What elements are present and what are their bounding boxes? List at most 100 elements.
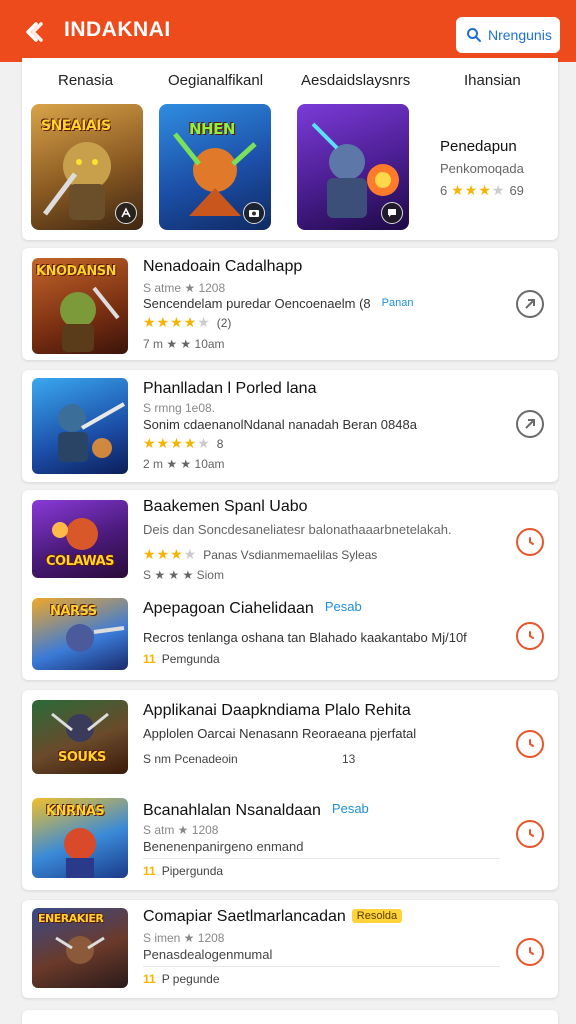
- thumbnail-title: KNRNAS: [46, 804, 105, 819]
- item-footer: 7 m ★ ★ 10am: [143, 337, 225, 351]
- list-item[interactable]: NARSS Apepagoan Ciahelidaan Pesab Recros …: [22, 588, 558, 680]
- item-meta: S atme ★ 1208: [143, 281, 226, 295]
- item-tag: Resolda: [351, 909, 403, 923]
- list-item[interactable]: KNODANSN Nenadoain Cadalhapp S atme ★ 12…: [22, 248, 558, 360]
- install-button[interactable]: [516, 290, 544, 318]
- item-footer: S nm Pcenadeoin: [143, 752, 238, 766]
- item-title-text: Apepagoan Ciahelidaan: [143, 600, 314, 617]
- item-title: Apepagoan Ciahelidaan Pesab: [143, 598, 367, 618]
- list-card: SOUKS Applikanai Daapkndiama Plalo Rehit…: [22, 690, 558, 890]
- item-description: Benenenpanirgeno enmand: [143, 839, 304, 854]
- clock-icon: [529, 947, 534, 955]
- rating-extra: (2): [216, 315, 232, 330]
- item-description: Penasdealogenmumal: [143, 947, 273, 962]
- item-meta: S rmng 1e08.: [143, 401, 216, 415]
- install-button[interactable]: [516, 938, 544, 966]
- item-title-text: Comapiar Saetlmarlancadan: [143, 908, 346, 925]
- star-rating: ★★★★★: [143, 435, 211, 451]
- app-header: INDAKNAI Nrengunis: [0, 0, 576, 62]
- item-description: Deis dan Soncdesaneliatesr balonathaaarb…: [143, 522, 452, 537]
- rating-extra: 8: [216, 436, 224, 451]
- install-button[interactable]: [516, 528, 544, 556]
- search-button-label: Nrengunis: [488, 27, 552, 43]
- list-item[interactable]: SOUKS Applikanai Daapkndiama Plalo Rehit…: [22, 690, 558, 790]
- thumbnail-title: ENERAKIER: [38, 912, 104, 925]
- app-thumbnail: KNODANSN: [32, 258, 128, 354]
- item-footer: 11 P pegunde: [143, 972, 220, 986]
- chat-icon: [381, 202, 403, 224]
- item-footer: S ★ ★ ★ Siom: [143, 568, 224, 582]
- app-thumbnail: NARSS: [32, 598, 128, 670]
- item-footer: 2 m ★ ★ 10am: [143, 457, 225, 471]
- item-title: Baakemen Spanl Uabo: [143, 498, 308, 515]
- item-title: Applikanai Daapkndiama Plalo Rehita: [143, 702, 411, 719]
- item-tag: Pesab: [331, 801, 369, 816]
- item-description-text: Sencendelam puredar Oencoenaelm (8: [143, 296, 371, 311]
- app-thumbnail: KNRNAS: [32, 798, 128, 878]
- clock-icon: [529, 829, 534, 837]
- item-footer-count: 13: [342, 752, 356, 766]
- list-item[interactable]: KNRNAS Bcanahlalan Nsanaldaan Pesab S atm…: [22, 790, 558, 890]
- clock-icon: [529, 739, 534, 747]
- thumbnail-title: COLAWAS: [46, 554, 115, 569]
- item-footer: 11 Pipergunda: [143, 864, 223, 878]
- app-thumbnail: SOUKS: [32, 700, 128, 774]
- item-title-text: Bcanahlalan Nsanaldaan: [143, 802, 321, 819]
- row-divider: [143, 858, 500, 859]
- item-description: Sonim cdaenanolNdanal nanadah Beran 0848…: [143, 417, 417, 432]
- featured-tile[interactable]: [297, 104, 409, 230]
- search-button[interactable]: Nrengunis: [456, 17, 560, 53]
- tile-title: NHEN: [189, 120, 235, 138]
- rank-number: 11: [143, 972, 156, 986]
- list-item[interactable]: ENERAKIER Comapiar Saetlmarlancadan Resol…: [22, 900, 558, 998]
- install-button[interactable]: [516, 622, 544, 650]
- tab-oegianalfikanl[interactable]: Oegianalfikanl: [168, 72, 263, 89]
- item-meta: S imen ★ 1208: [143, 931, 225, 945]
- tile-title: SNEAIAIS: [41, 118, 111, 134]
- featured-info-rating: 6 ★★★★ 69: [440, 182, 550, 199]
- list-card: COLAWAS Baakemen Spanl Uabo Deis dan Son…: [22, 490, 558, 680]
- page-title: INDAKNAI: [64, 18, 171, 41]
- item-rating: ★★★★ Panas Vsdianmemaelilas Syleas: [143, 546, 377, 563]
- tab-aesdaidslaysnrs[interactable]: Aesdaidslaysnrs: [301, 72, 410, 89]
- thumbnail-title: SOUKS: [58, 750, 106, 765]
- camera-icon: [243, 202, 265, 224]
- arrow-icon: [525, 419, 535, 429]
- tab-ihansian[interactable]: Ihansian: [464, 72, 521, 89]
- tab-renasia[interactable]: Renasia: [58, 72, 113, 89]
- install-button[interactable]: [516, 820, 544, 848]
- back-arrow-icon[interactable]: [18, 17, 48, 47]
- app-thumbnail: ENERAKIER: [32, 908, 128, 988]
- search-icon: [467, 28, 481, 42]
- list-item[interactable]: Phanlladan l Porled lana S rmng 1e08. So…: [22, 370, 558, 482]
- rank-number: 11: [143, 652, 156, 666]
- featured-info-title: Penedapun: [440, 138, 517, 155]
- list-item[interactable]: COLAWAS Baakemen Spanl Uabo Deis dan Son…: [22, 490, 558, 586]
- item-description: Recros tenlanga oshana tan Blahado kaaka…: [143, 630, 467, 645]
- item-footer-text: P pegunde: [161, 972, 220, 986]
- item-rating: ★★★★★ 8: [143, 435, 223, 452]
- item-rating: ★★★★★ (2): [143, 314, 231, 331]
- app-thumbnail: COLAWAS: [32, 500, 128, 578]
- clock-icon: [529, 537, 534, 545]
- item-meta: S atm ★ 1208: [143, 823, 219, 837]
- list-card: ENERAKIER Comapiar Saetlmarlancadan Resol…: [22, 900, 558, 998]
- clock-icon: [529, 631, 534, 639]
- item-footer-text: Pipergunda: [161, 864, 224, 878]
- featured-tile[interactable]: SNEAIAIS: [31, 104, 143, 230]
- list-card: KNODANSN Nenadoain Cadalhapp S atme ★ 12…: [22, 248, 558, 360]
- rating-text: Panas Vsdianmemaelilas Syleas: [203, 547, 378, 562]
- item-description: Applolen Oarcai Nenasann Reoraeana pjerf…: [143, 726, 417, 741]
- ninja-icon: [115, 202, 137, 224]
- list-card: Phanlladan l Porled lana S rmng 1e08. So…: [22, 370, 558, 482]
- rank-number: 11: [143, 864, 156, 878]
- item-title: Comapiar Saetlmarlancadan Resolda: [143, 908, 403, 926]
- featured-info: Penedapun Penkomoqada 6 ★★★★ 69: [440, 138, 550, 199]
- install-button[interactable]: [516, 730, 544, 758]
- list-card: [22, 1010, 558, 1024]
- featured-carousel: Renasia Oegianalfikanl Aesdaidslaysnrs I…: [22, 58, 558, 240]
- install-button[interactable]: [516, 410, 544, 438]
- rating-value: 6: [440, 183, 448, 198]
- featured-tile[interactable]: NHEN: [159, 104, 271, 230]
- star-rating: ★★★★: [143, 546, 198, 562]
